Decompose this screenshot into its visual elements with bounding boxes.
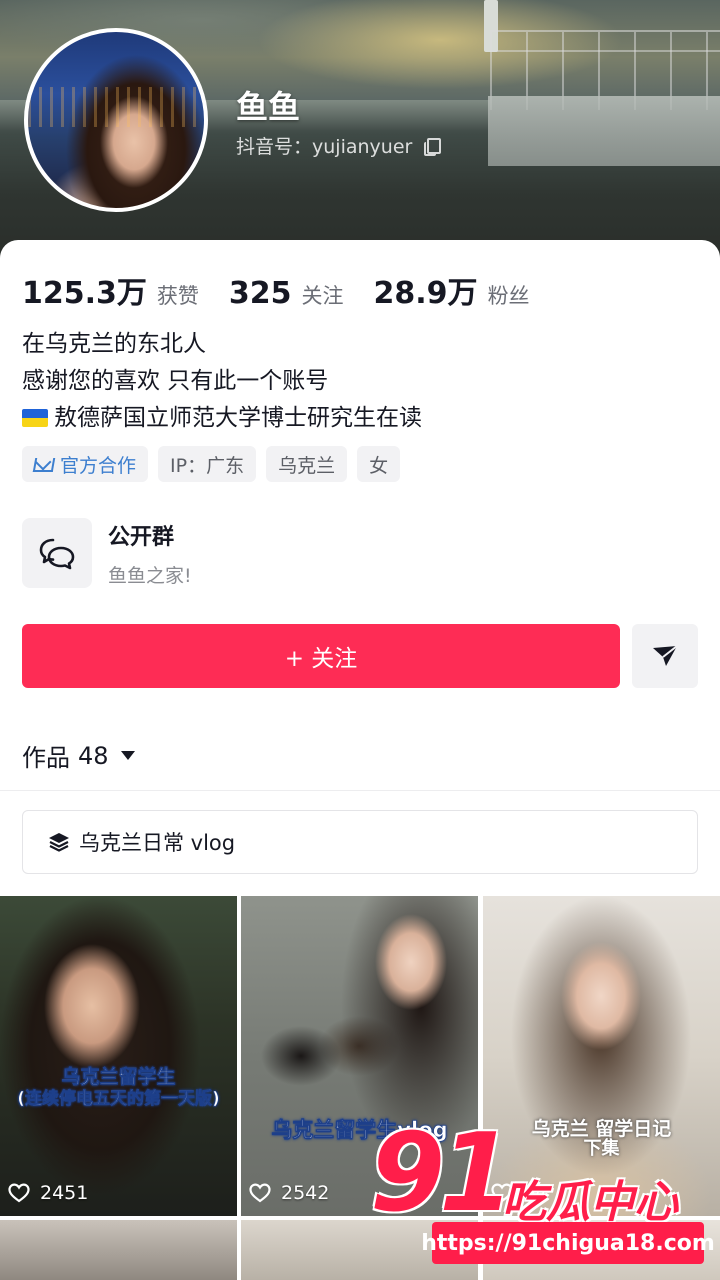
stat-value: 28.9万: [373, 276, 478, 311]
share-button[interactable]: [632, 624, 698, 688]
tag-official[interactable]: 官方合作: [22, 446, 149, 482]
copy-icon[interactable]: [424, 137, 442, 156]
public-group[interactable]: 公开群 鱼鱼之家!: [22, 518, 192, 588]
ukraine-flag-icon: [22, 409, 48, 427]
stat-label: 粉丝: [487, 284, 530, 308]
official-icon: [34, 456, 52, 472]
stat-value: 125.3万: [22, 276, 147, 311]
tag-label: 官方合作: [60, 454, 137, 477]
douyin-id-text: 抖音号：yujianyuer: [236, 136, 413, 158]
watermark-number: 91: [370, 1111, 514, 1236]
bio-line: 敖德萨国立师范大学博士研究生在读: [54, 405, 422, 431]
bio: 在乌克兰的东北人 感谢您的喜欢 只有此一个账号 敖德萨国立师范大学博士研究生在读: [22, 326, 422, 437]
stat-followers[interactable]: 28.9万 粉丝: [374, 268, 530, 312]
tag-location[interactable]: 乌克兰: [266, 446, 348, 482]
avatar[interactable]: [24, 28, 208, 212]
stat-following[interactable]: 325 关注: [229, 276, 344, 311]
watermark-text: 吃瓜中心: [502, 1177, 678, 1228]
heart-icon: [8, 1183, 30, 1203]
caret-down-icon: [120, 751, 135, 760]
stat-likes[interactable]: 125.3万 获赞: [22, 268, 199, 312]
group-title: 公开群: [108, 524, 175, 550]
collection-playlist[interactable]: 乌克兰日常 vlog: [22, 810, 698, 874]
stat-label: 获赞: [156, 284, 199, 308]
stat-label: 关注: [301, 284, 344, 308]
likes-count: 2542: [281, 1182, 330, 1204]
bio-line-with-flag: 敖德萨国立师范大学博士研究生在读: [22, 400, 422, 437]
likes-count: 2451: [40, 1182, 89, 1204]
watermark-url: https://91chigua18.com: [421, 1222, 715, 1264]
video-caption: (连续停电五天的第一天版): [17, 1089, 220, 1110]
group-subtitle: 鱼鱼之家!: [108, 564, 192, 587]
works-label: 作品: [22, 744, 70, 772]
stats-row: 125.3万 获赞 325 关注 28.9万 粉丝: [22, 268, 560, 312]
group-icon-box: [22, 518, 92, 588]
tag-gender: 女: [357, 446, 401, 482]
video-likes: 2542: [249, 1182, 329, 1204]
tag-row: 官方合作 IP：广东 乌克兰 女: [22, 446, 401, 482]
share-icon: [653, 645, 678, 666]
group-chat-icon: [39, 538, 75, 570]
tag-ip: IP：广东: [158, 446, 257, 482]
bio-line: 在乌克兰的东北人: [22, 331, 206, 357]
heart-icon: [249, 1183, 271, 1203]
works-count: 48: [78, 741, 109, 770]
stack-icon: [49, 833, 69, 852]
profile-name: 鱼鱼: [236, 88, 301, 126]
video-likes: 2451: [8, 1182, 88, 1204]
collection-label: 乌克兰日常 vlog: [79, 831, 236, 855]
divider: [0, 790, 720, 791]
works-tab[interactable]: 作品 48: [22, 738, 135, 773]
video-tile[interactable]: [0, 1220, 237, 1280]
video-tile[interactable]: 乌克兰留学生 (连续停电五天的第一天版) 2451: [0, 896, 237, 1216]
video-caption: 下集: [583, 1138, 620, 1159]
stat-value: 325: [228, 276, 292, 311]
douyin-id[interactable]: 抖音号：yujianyuer: [236, 132, 442, 159]
bio-line: 感谢您的喜欢 只有此一个账号: [22, 368, 329, 394]
follow-button[interactable]: + 关注: [22, 624, 620, 688]
